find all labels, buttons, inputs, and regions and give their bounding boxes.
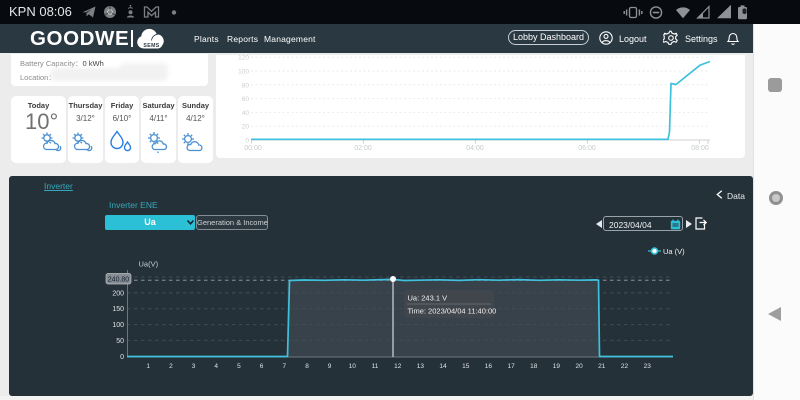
svg-text:Time: 2023/04/04 11:40:00: Time: 2023/04/04 11:40:00 [408, 307, 497, 316]
svg-text:13: 13 [417, 363, 425, 370]
svg-text:23: 23 [644, 363, 652, 370]
svg-text:02:00: 02:00 [354, 145, 372, 152]
svg-text:150: 150 [112, 306, 124, 313]
svg-text:40: 40 [242, 110, 250, 117]
svg-text:15: 15 [462, 363, 470, 370]
svg-text:1: 1 [146, 363, 150, 370]
svg-text:8: 8 [305, 363, 309, 370]
svg-text:20: 20 [242, 124, 250, 131]
svg-text:04:00: 04:00 [466, 145, 484, 152]
svg-text:4: 4 [214, 363, 218, 370]
svg-text:3: 3 [192, 363, 196, 370]
svg-text:06:00: 06:00 [578, 145, 596, 152]
svg-text:10: 10 [349, 363, 357, 370]
svg-text:2: 2 [169, 363, 173, 370]
svg-text:16: 16 [485, 363, 493, 370]
svg-text:SEMS: SEMS [143, 43, 159, 49]
svg-text:18: 18 [530, 363, 538, 370]
svg-text:100: 100 [238, 69, 249, 76]
svg-text:Ua: 243.1 V: Ua: 243.1 V [408, 294, 448, 303]
svg-text:9: 9 [328, 363, 332, 370]
svg-text:14: 14 [439, 363, 447, 370]
svg-text:20: 20 [575, 363, 583, 370]
svg-text:22: 22 [621, 363, 629, 370]
svg-text:200: 200 [112, 290, 124, 297]
svg-text:6: 6 [260, 363, 264, 370]
svg-text:80: 80 [242, 82, 250, 89]
svg-text:17: 17 [507, 363, 515, 370]
svg-text:120: 120 [238, 55, 249, 62]
svg-text:11: 11 [372, 363, 379, 370]
svg-text:50: 50 [116, 338, 124, 345]
svg-text:19: 19 [553, 363, 561, 370]
svg-text:12: 12 [394, 363, 402, 370]
svg-text:Ua(V): Ua(V) [139, 260, 159, 269]
svg-text:08:00: 08:00 [691, 145, 709, 152]
svg-text:Ua (V): Ua (V) [663, 247, 685, 256]
svg-text:00:00: 00:00 [244, 145, 262, 152]
svg-text:0: 0 [120, 354, 124, 361]
svg-text:240.80: 240.80 [108, 276, 130, 283]
svg-text:60: 60 [242, 96, 250, 103]
svg-text:0: 0 [245, 138, 249, 145]
svg-text:21: 21 [598, 363, 606, 370]
svg-text:5: 5 [237, 363, 241, 370]
svg-text:100: 100 [112, 322, 124, 329]
svg-text:7: 7 [282, 363, 286, 370]
